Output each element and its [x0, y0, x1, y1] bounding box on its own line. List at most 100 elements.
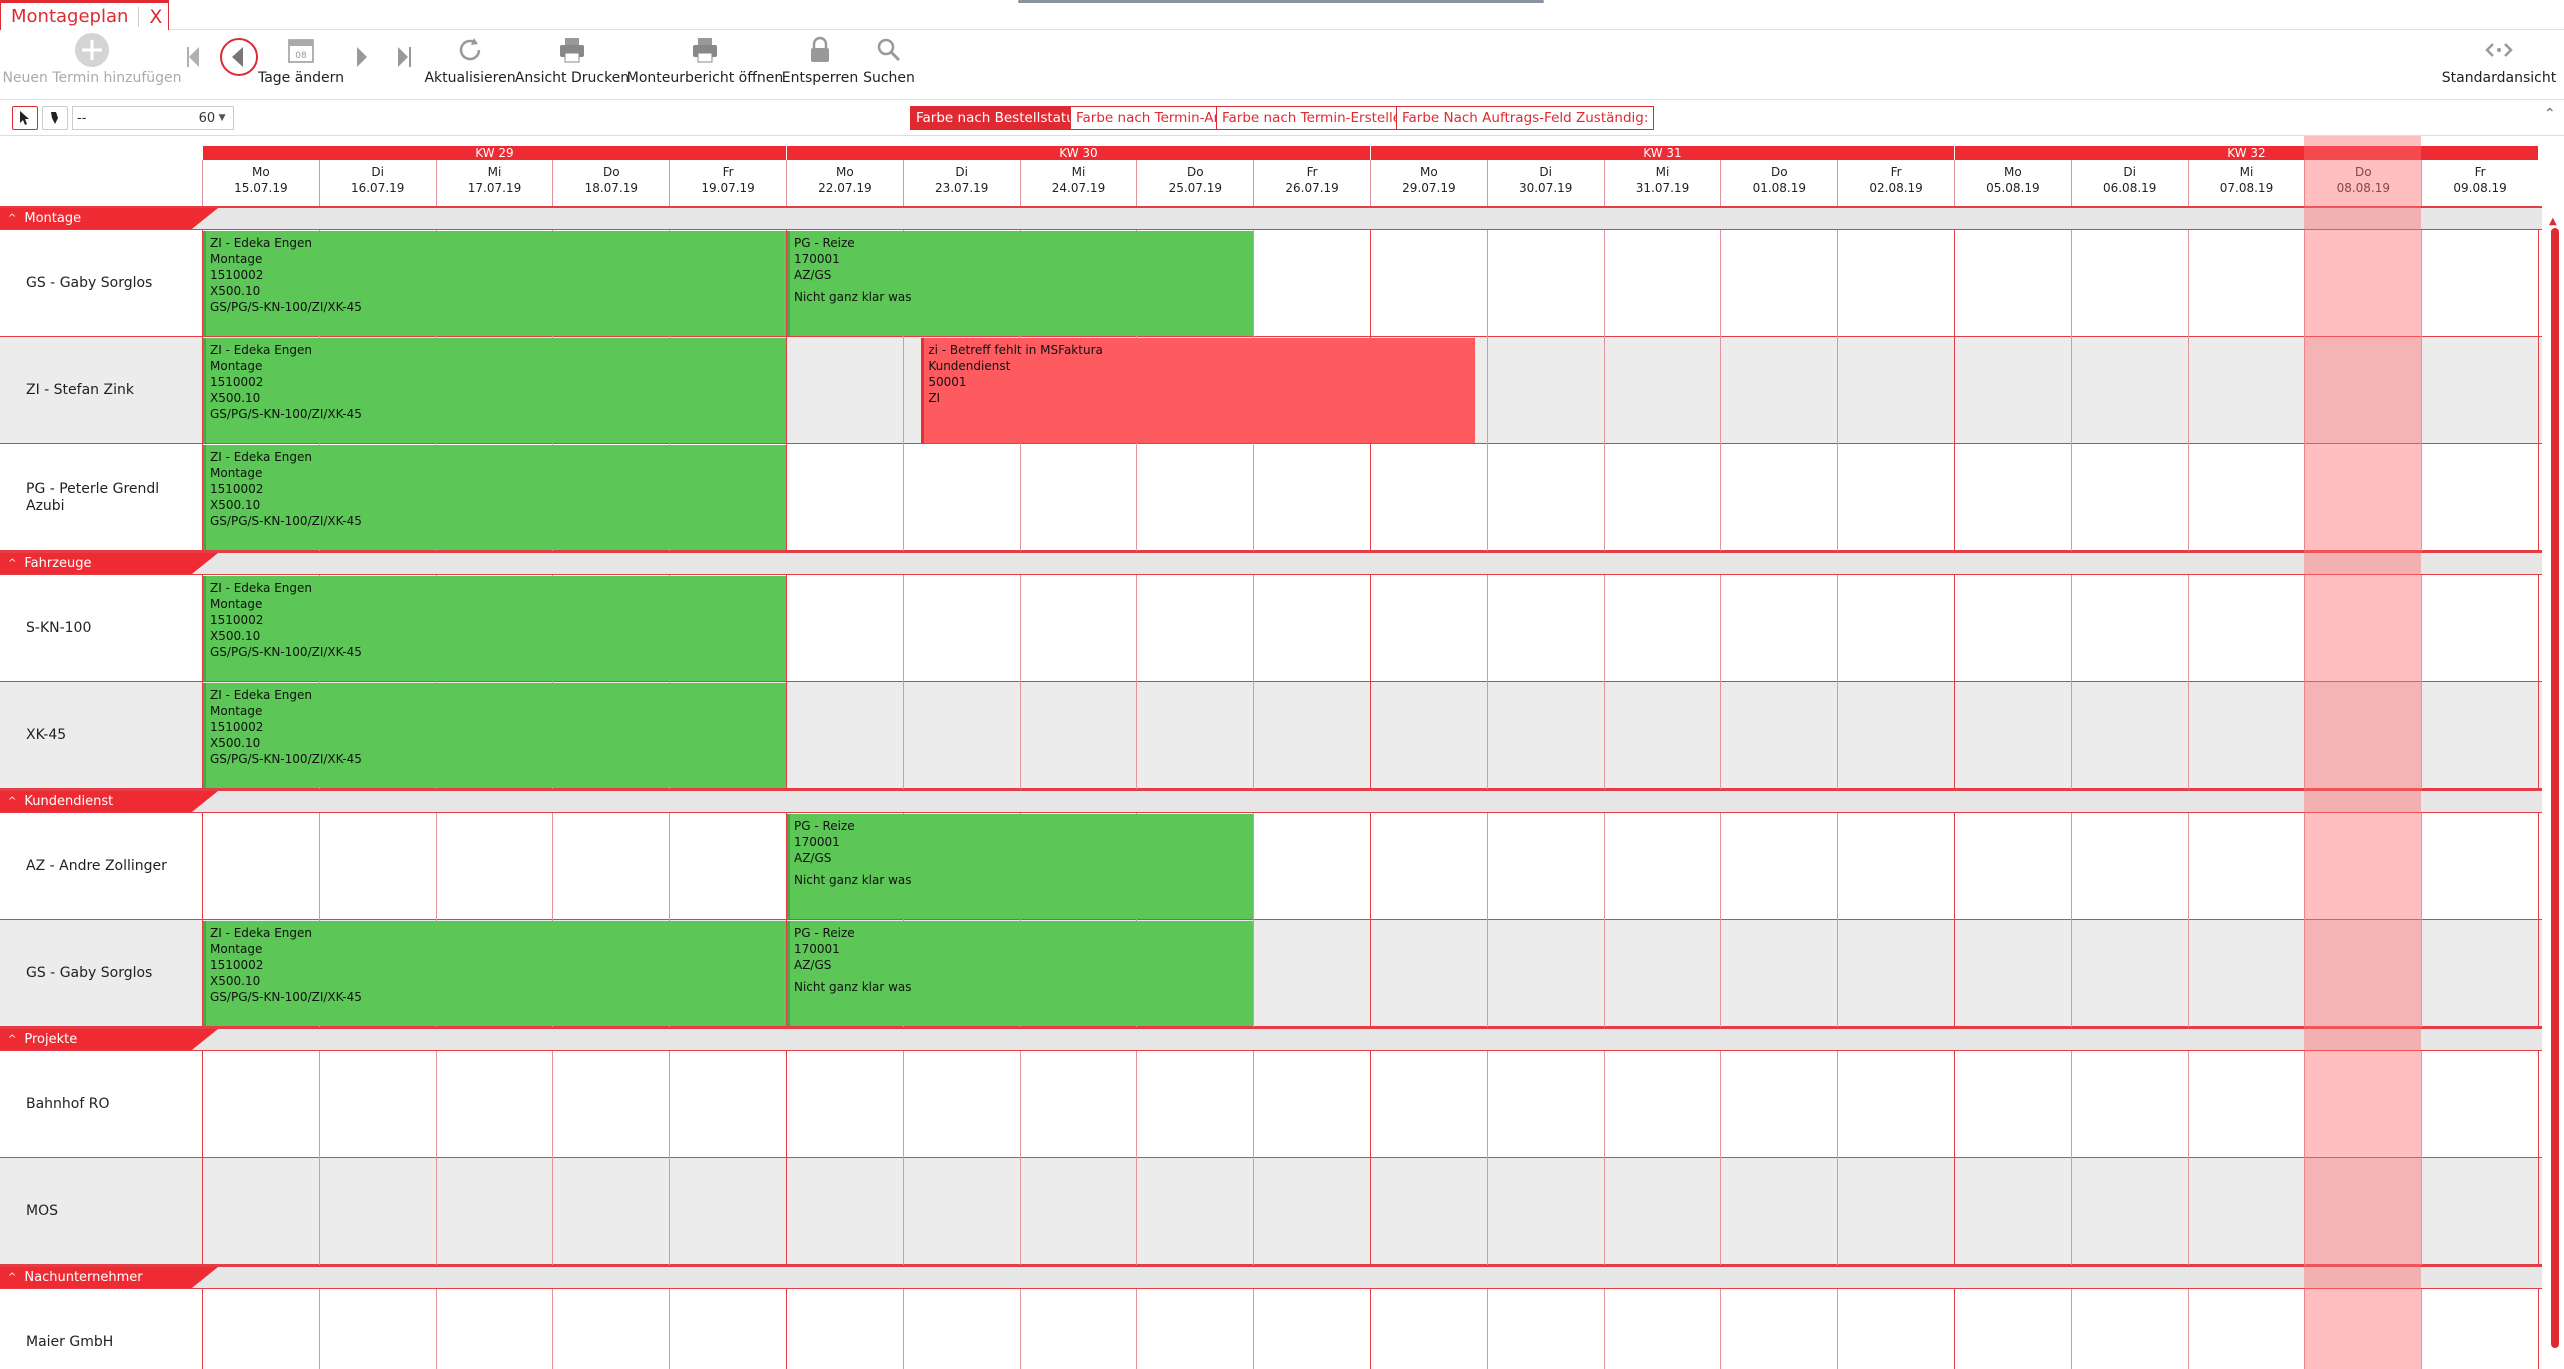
group-title: Fahrzeuge	[24, 556, 92, 571]
resource-name-line: S-KN-100	[26, 620, 92, 636]
chevron-up-icon[interactable]: ^	[8, 213, 16, 224]
color-mode-button[interactable]: Farbe nach Bestellstatus	[910, 106, 1088, 130]
jump-forward-button[interactable]	[392, 30, 416, 100]
days-combobox[interactable]: -- 60 ▼	[72, 106, 234, 130]
group-header[interactable]: ^ Projekte	[0, 1027, 2542, 1051]
group-header[interactable]: ^ Nachunternehmer	[0, 1265, 2542, 1289]
next-button[interactable]	[350, 30, 374, 100]
pen-tool-button[interactable]	[42, 106, 68, 130]
day-column-line	[786, 206, 787, 1369]
day-header: Di 06.08.19	[2070, 160, 2188, 206]
day-date: 26.07.19	[1285, 181, 1339, 195]
appointment-line: 170001	[794, 835, 840, 849]
resource-name-line: PG - Peterle Grendl	[26, 480, 160, 497]
appointment[interactable]: ZI - Edeka Engen Montage 1510002 X500.10 GS/…	[203, 576, 786, 681]
code-brackets-icon	[2485, 43, 2513, 57]
appointment-line: ZI	[928, 391, 941, 405]
scroll-up-icon[interactable]: ▲	[2549, 216, 2557, 227]
group-label[interactable]: ^ Projekte	[0, 1029, 218, 1050]
jump-back-button[interactable]	[183, 30, 207, 100]
appointment-line: 1510002	[210, 268, 264, 282]
appointment-line: 1510002	[210, 375, 264, 389]
appointment[interactable]: ZI - Edeka Engen Montage 1510002 X500.10 GS/…	[203, 921, 786, 1026]
appointment-line: Nicht ganz klar was	[794, 873, 912, 887]
day-of-week: Mo	[1420, 165, 1438, 179]
resource-name-line: MOS	[26, 1203, 58, 1219]
appointment[interactable]: ZI - Edeka Engen Montage 1510002 X500.10 GS/…	[203, 445, 786, 550]
appointment-line: AZ/GS	[794, 958, 832, 972]
day-date: 16.07.19	[350, 181, 405, 195]
day-of-week: Mi	[1655, 165, 1670, 179]
chevron-up-icon[interactable]: ^	[8, 796, 16, 807]
day-date: 09.08.19	[2453, 181, 2507, 195]
chevron-up-icon[interactable]: ^	[8, 558, 16, 569]
unlock-button[interactable]: Entsperren	[782, 30, 858, 100]
day-column-line	[1603, 206, 1605, 1369]
printer-icon	[693, 38, 717, 63]
close-tab-button[interactable]: X	[149, 6, 162, 28]
scrollbar-thumb[interactable]	[2551, 228, 2559, 1348]
new-appointment-button[interactable]: Neuen Termin hinzufügen	[2, 30, 182, 100]
chevron-right-icon	[357, 47, 367, 67]
resource-row: Maier GmbH	[0, 1289, 2542, 1369]
new-appointment-label: Neuen Termin hinzufügen	[2, 70, 182, 86]
dropdown-value: --	[77, 110, 87, 126]
open-report-button[interactable]: Monteurbericht öffnen	[627, 30, 783, 100]
appointment[interactable]: PG - Reize 170001 AZ/GS Nicht ganz klar was	[787, 921, 1254, 1026]
collapse-icon[interactable]: ⌃	[2544, 106, 2556, 122]
group-header[interactable]: ^ Montage	[0, 206, 2542, 230]
day-of-week: Mi	[2239, 165, 2254, 179]
appointment-line: ZI - Edeka Engen	[210, 236, 312, 250]
refresh-button[interactable]: Aktualisieren	[424, 30, 516, 100]
search-button[interactable]: Suchen	[862, 30, 916, 100]
appointment[interactable]: PG - Reize 170001 AZ/GS Nicht ganz klar was	[787, 231, 1254, 336]
day-date: 01.08.19	[1752, 181, 1806, 195]
appointment[interactable]: ZI - Edeka Engen Montage 1510002 X500.10 GS/…	[203, 338, 786, 443]
change-days-button[interactable]: 08 Tage ändern	[258, 30, 344, 100]
group-label[interactable]: ^ Nachunternehmer	[0, 1267, 218, 1288]
print-view-button[interactable]: Ansicht Drucken	[515, 30, 629, 100]
resource-name-line: GS - Gaby Sorglos	[26, 275, 153, 291]
appointment[interactable]: zi - Betreff fehlt in MSFaktura Kundendie…	[921, 338, 1476, 443]
appointment[interactable]: PG - Reize 170001 AZ/GS Nicht ganz klar was	[787, 814, 1254, 919]
pen-icon	[51, 112, 58, 124]
appointment-line: GS/PG/S-KN-100/ZI/XK-45	[210, 407, 362, 421]
appointment-line: Montage	[210, 597, 263, 611]
default-view-label: Standardansicht	[2441, 70, 2557, 86]
vertical-scrollbar[interactable]: ▲	[2547, 136, 2564, 1369]
appointment[interactable]: ZI - Edeka Engen Montage 1510002 X500.10 GS/…	[203, 683, 786, 788]
horizontal-scroll-indicator[interactable]	[1018, 0, 1544, 3]
appointment-line: Montage	[210, 466, 263, 480]
chevron-down-icon[interactable]: ▼	[215, 113, 229, 123]
color-mode-button[interactable]: Farbe nach Termin-Ersteller	[1216, 106, 1413, 130]
group-label[interactable]: ^ Fahrzeuge	[0, 553, 218, 574]
resource-name: XK-45	[26, 727, 66, 744]
group-label[interactable]: ^ Kundendienst	[0, 791, 218, 812]
day-of-week: Di	[371, 165, 384, 179]
chevron-up-icon[interactable]: ^	[8, 1272, 16, 1283]
group-label[interactable]: ^ Montage	[0, 208, 218, 229]
last-page-icon	[398, 47, 411, 67]
day-date: 30.07.19	[1518, 181, 1573, 195]
day-date: 08.08.19	[2336, 181, 2390, 195]
appointment[interactable]: ZI - Edeka Engen Montage 1510002 X500.10 GS/…	[203, 231, 786, 336]
resource-name-line: AZ - Andre Zollinger	[26, 858, 167, 874]
color-mode-button[interactable]: Farbe Nach Auftrags-Feld Zuständig:	[1396, 106, 1655, 130]
resource-name: MOS	[26, 1203, 58, 1220]
day-header: Mi 17.07.19	[435, 160, 553, 206]
chevron-up-icon[interactable]: ^	[8, 1034, 16, 1045]
previous-button[interactable]	[218, 30, 260, 100]
search-label: Suchen	[863, 70, 915, 86]
day-of-week: Fr	[1890, 165, 1902, 179]
default-view-button[interactable]: Standardansicht	[2440, 30, 2558, 100]
tab-separator	[138, 6, 140, 27]
group-title: Projekte	[24, 1032, 78, 1047]
appointment-line: GS/PG/S-KN-100/ZI/XK-45	[210, 752, 362, 766]
color-mode-button[interactable]: Farbe nach Termin-Art	[1070, 106, 1231, 130]
select-tool-button[interactable]	[12, 106, 38, 130]
group-header[interactable]: ^ Kundendienst	[0, 789, 2542, 813]
group-header[interactable]: ^ Fahrzeuge	[0, 551, 2542, 575]
day-of-week: Di	[1539, 165, 1552, 179]
day-header: Fr 09.08.19	[2421, 160, 2538, 206]
document-tab[interactable]: Montageplan X	[0, 0, 170, 30]
